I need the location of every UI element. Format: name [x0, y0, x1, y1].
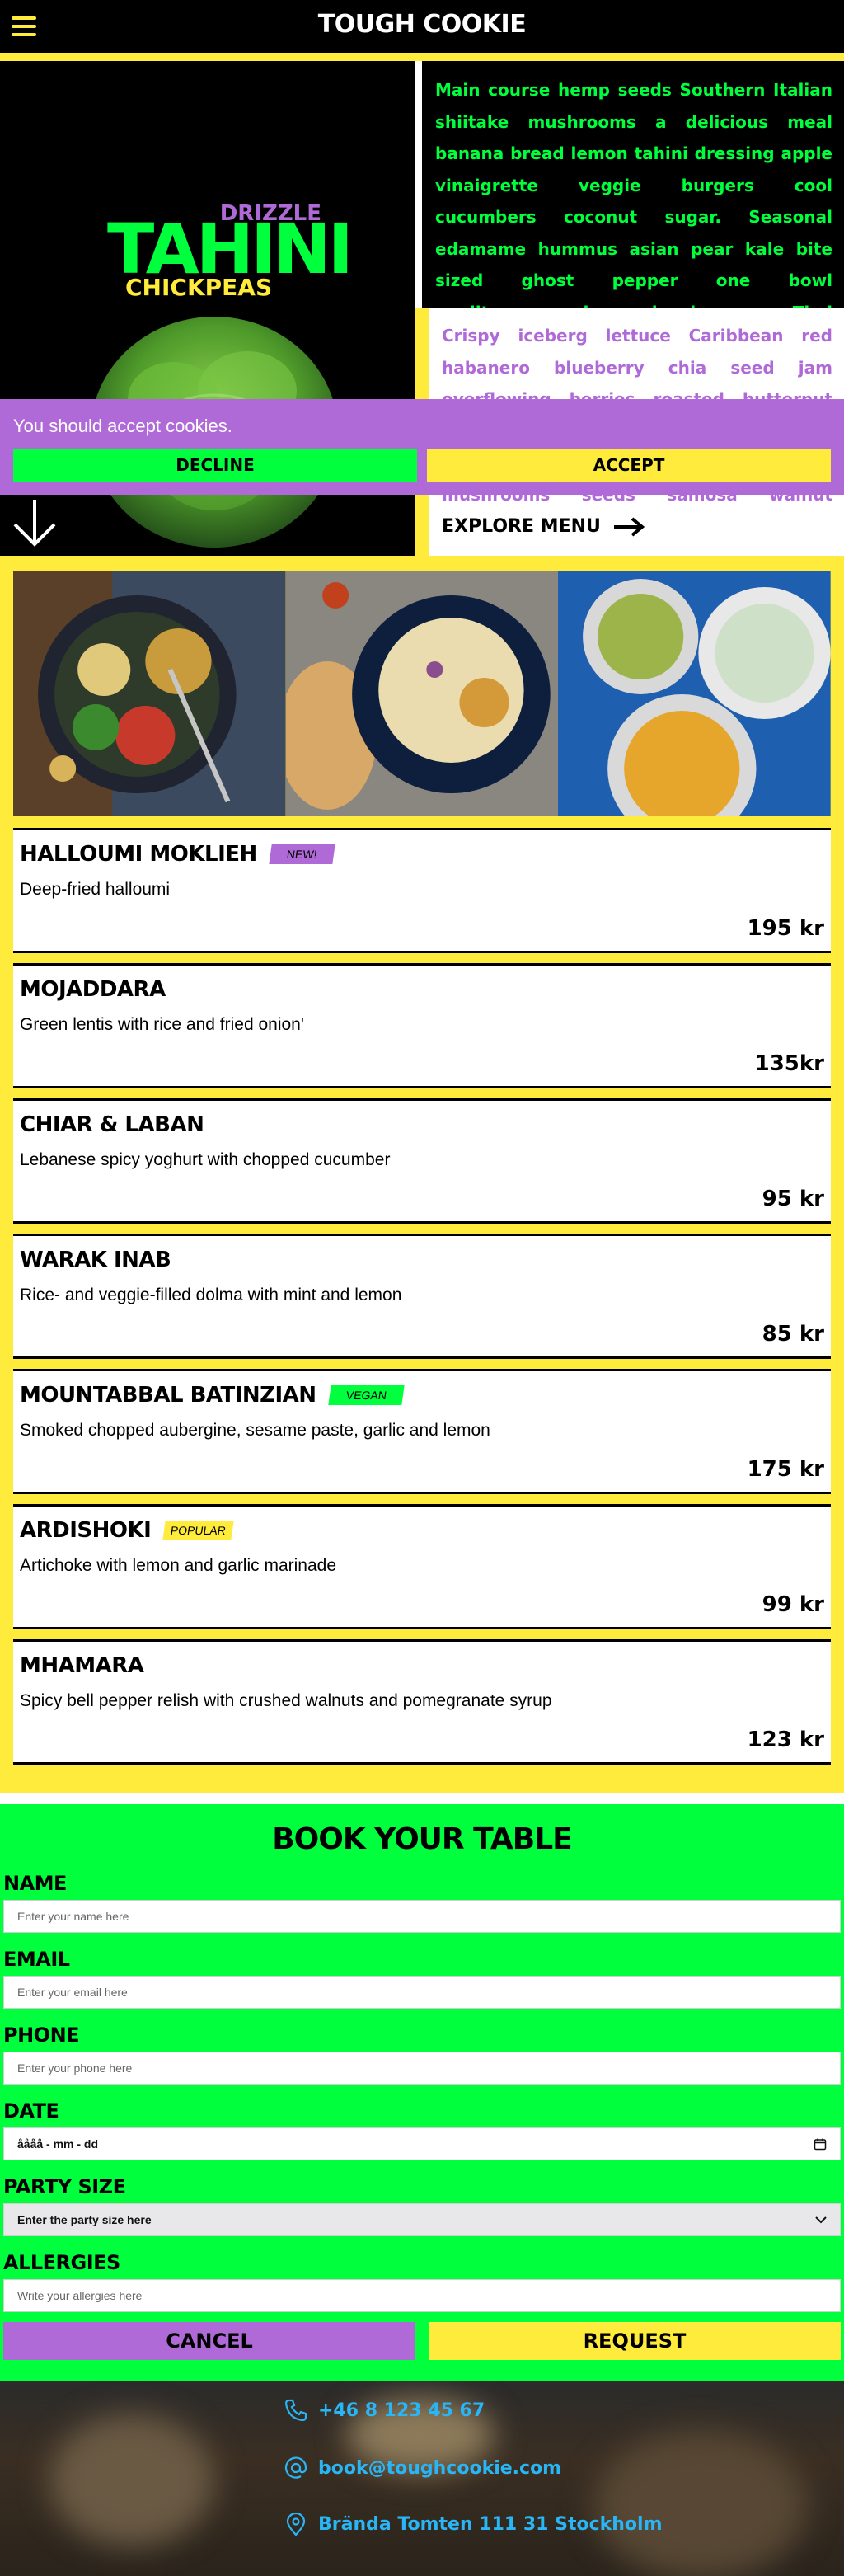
- email-label: EMAIL: [3, 1948, 70, 1971]
- menu-item-price: 175 kr: [747, 1457, 824, 1482]
- footer-address-link[interactable]: Brända Tomten 111 31 Stockholm: [284, 2512, 663, 2536]
- scroll-down-arrow-icon[interactable]: [12, 498, 58, 548]
- email-placeholder: Enter your email here: [17, 1986, 128, 1999]
- request-button[interactable]: REQUEST: [429, 2322, 841, 2360]
- footer-address: Brända Tomten 111 31 Stockholm: [318, 2513, 663, 2535]
- menu-item[interactable]: ARDISHOKI POPULAR Artichoke with lemon a…: [13, 1504, 831, 1629]
- booking-title: BOOK YOUR TABLE: [272, 1822, 573, 1856]
- food-photo-salad: [13, 571, 286, 816]
- date-field[interactable]: åååå - mm - dd: [3, 2127, 841, 2160]
- explore-menu-label: EXPLORE MENU: [442, 516, 601, 537]
- menu-item-name: MOUNTABBAL BATINZIAN: [20, 1383, 316, 1408]
- menu-item-name: CHIAR & LABAN: [20, 1112, 204, 1137]
- map-pin-icon: [286, 2512, 306, 2536]
- hero-logo: DRIZZLE TAHINI CHICKPEAS: [107, 135, 354, 301]
- phone-placeholder: Enter your phone here: [17, 2061, 133, 2075]
- hero-green-text-panel: Main course hemp seeds Southern Italian …: [422, 61, 844, 354]
- allergies-label: ALLERGIES: [3, 2251, 120, 2274]
- top-stripe: [0, 53, 844, 61]
- food-photo-dips: [558, 571, 832, 816]
- party-size-placeholder: Enter the party size here: [17, 2213, 152, 2226]
- chevron-down-icon: [815, 2216, 827, 2224]
- party-size-select[interactable]: Enter the party size here: [3, 2203, 841, 2236]
- menu-item-description: Smoked chopped aubergine, sesame paste, …: [20, 1421, 490, 1440]
- menu-item-name: MOJADDARA: [20, 977, 166, 1002]
- menu-item-description: Spicy bell pepper relish with crushed wa…: [20, 1691, 552, 1710]
- name-field[interactable]: Enter your name here: [3, 1900, 841, 1933]
- name-placeholder: Enter your name here: [17, 1910, 129, 1923]
- phone-field[interactable]: Enter your phone here: [3, 2052, 841, 2085]
- cookie-message: You should accept cookies.: [13, 416, 232, 436]
- menu-item[interactable]: HALLOUMI MOKLIEH NEW! Deep-fried halloum…: [13, 828, 831, 953]
- menu-item-name: ARDISHOKI: [20, 1518, 152, 1543]
- footer-background-blur: [593, 2431, 808, 2576]
- food-gallery: [13, 571, 832, 816]
- phone-icon: [284, 2399, 307, 2422]
- date-label: DATE: [3, 2099, 59, 2122]
- menu-item-description: Rice- and veggie-filled dolma with mint …: [20, 1286, 402, 1304]
- menu-item[interactable]: WARAK INAB Rice- and veggie-filled dolma…: [13, 1234, 831, 1359]
- allergies-field[interactable]: Write your allergies here: [3, 2279, 841, 2312]
- arrow-right-icon: [613, 516, 645, 537]
- allergies-placeholder: Write your allergies here: [17, 2289, 143, 2302]
- food-photo-hummus: [285, 571, 559, 816]
- accept-button[interactable]: ACCEPT: [427, 449, 831, 482]
- booking-section: BOOK YOUR TABLE NAME Enter your name her…: [0, 1804, 844, 2378]
- footer-phone: +46 8 123 45 67: [318, 2400, 485, 2421]
- decline-button[interactable]: DECLINE: [13, 449, 417, 482]
- badge-vegan: VEGAN: [327, 1385, 405, 1405]
- cancel-button[interactable]: CANCEL: [3, 2322, 415, 2360]
- menu-item[interactable]: MOUNTABBAL BATINZIAN VEGAN Smoked choppe…: [13, 1369, 831, 1494]
- menu-item-price: 95 kr: [762, 1187, 824, 1211]
- at-sign-icon: [284, 2456, 307, 2479]
- menu-item-price: 99 kr: [762, 1592, 824, 1617]
- menu-item-name: HALLOUMI MOKLIEH: [20, 842, 257, 867]
- menu-section: HALLOUMI MOKLIEH NEW! Deep-fried halloum…: [0, 556, 844, 1793]
- menu-item-name: MHAMARA: [20, 1653, 144, 1678]
- menu-item[interactable]: CHIAR & LABAN Lebanese spicy yoghurt wit…: [13, 1098, 831, 1224]
- date-placeholder: åååå - mm - dd: [17, 2137, 99, 2151]
- phone-label: PHONE: [3, 2024, 80, 2047]
- menu-item-description: Green lentis with rice and fried onion': [20, 1015, 304, 1034]
- email-field[interactable]: Enter your email here: [3, 1976, 841, 2009]
- menu-item-price: 135kr: [754, 1051, 824, 1076]
- menu-item-price: 85 kr: [762, 1322, 824, 1347]
- brand-title: TOUGH COOKIE: [317, 10, 527, 39]
- footer-email-link[interactable]: book@toughcookie.com: [284, 2456, 561, 2480]
- explore-menu-link[interactable]: EXPLORE MENU: [442, 516, 645, 537]
- menu-item-price: 123 kr: [747, 1728, 824, 1752]
- logo-chickpeas: CHICKPEAS: [125, 274, 273, 301]
- party-size-label: PARTY SIZE: [3, 2175, 126, 2198]
- name-label: NAME: [3, 1872, 67, 1895]
- menu-item-description: Deep-fried halloumi: [20, 880, 171, 899]
- menu-item[interactable]: MHAMARA Spicy bell pepper relish with cr…: [13, 1639, 831, 1765]
- menu-item-price: 195 kr: [747, 916, 824, 941]
- footer: +46 8 123 45 67 book@toughcookie.com Brä…: [0, 2378, 844, 2576]
- calendar-icon[interactable]: [814, 2137, 827, 2151]
- menu-item-description: Lebanese spicy yoghurt with chopped cucu…: [20, 1150, 391, 1169]
- menu-item-name: WARAK INAB: [20, 1248, 171, 1272]
- menu-item[interactable]: MOJADDARA Green lentis with rice and fri…: [13, 963, 831, 1088]
- footer-background-blur: [49, 2414, 214, 2546]
- footer-email: book@toughcookie.com: [318, 2457, 562, 2479]
- badge-popular: POPULAR: [162, 1521, 234, 1540]
- footer-phone-link[interactable]: +46 8 123 45 67: [284, 2398, 485, 2423]
- top-bar: TOUGH COOKIE: [0, 0, 844, 53]
- badge-new: NEW!: [269, 844, 335, 864]
- menu-item-description: Artichoke with lemon and garlic marinade: [20, 1556, 337, 1575]
- cookie-banner: You should accept cookies. DECLINE ACCEP…: [0, 399, 844, 495]
- menu-list: HALLOUMI MOKLIEH NEW! Deep-fried halloum…: [13, 828, 831, 1775]
